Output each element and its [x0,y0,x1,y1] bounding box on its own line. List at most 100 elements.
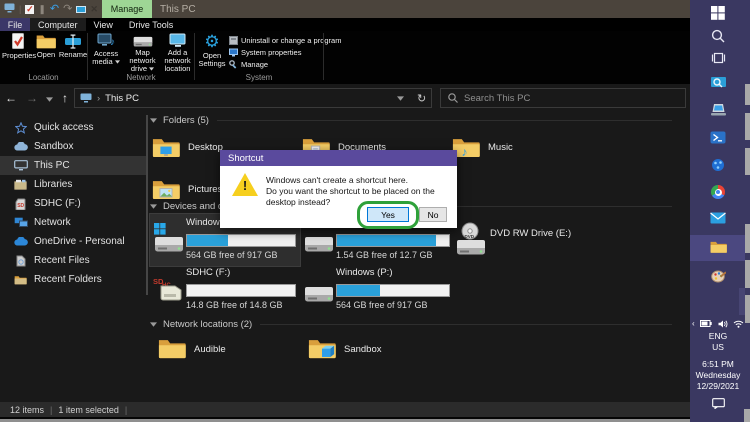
access-media-icon: ♪ [97,33,116,49]
battery-icon[interactable] [700,320,712,327]
edge-window-sliver [745,84,750,105]
network-location-audible[interactable]: Audible [158,334,304,364]
back-button[interactable]: ← [0,91,22,105]
rename-icon [64,33,82,50]
drive-tile-dvd-e[interactable]: DVD DVD RW Drive (E:) [452,214,632,266]
network-location-sandbox[interactable]: Sandbox [308,334,454,364]
search-box[interactable] [440,88,686,108]
taskbar-search-icon[interactable] [690,29,746,43]
star-icon [13,122,28,134]
collapse-chevron-icon[interactable] [150,118,157,123]
tray-language[interactable]: ENG [690,331,746,341]
svg-text:SD: SD [17,203,24,209]
window-title: This PC [160,0,196,18]
uninstall-program-button[interactable]: Uninstall or change a program [229,35,341,46]
refresh-icon[interactable]: ↻ [417,92,426,105]
paint-icon[interactable] [690,269,746,283]
action-center-icon[interactable] [690,398,746,409]
rename-qat-icon[interactable] [76,6,86,13]
columns-qat-icon[interactable]: ❚ [38,5,46,14]
sidebar-item-network[interactable]: Network [0,213,148,232]
qat-separator: | [19,5,21,14]
breadcrumb[interactable]: This PC [105,93,139,104]
file-explorer-icon[interactable] [690,240,746,254]
drive-tile-sdhc-f[interactable]: SDHC SDHC (F:) 14.8 GB free of 14.8 GB [150,264,300,316]
recent-files-icon [13,255,28,267]
clock-date[interactable]: 12/29/2021 [690,381,746,391]
clock-day[interactable]: Wednesday [690,370,746,380]
folder-tile-music[interactable]: ♪ Music [452,132,598,162]
tab-view[interactable]: View [86,18,121,31]
network-signal-icon[interactable] [733,320,744,328]
address-dropdown-caret[interactable] [397,93,404,104]
clock-time[interactable]: 6:51 PM [690,359,746,369]
access-media-button[interactable]: ♪ Access media [89,33,123,73]
collapse-chevron-icon[interactable] [150,204,157,209]
speaker-icon[interactable] [718,320,728,328]
collapse-chevron-icon[interactable] [150,322,157,327]
warning-exclamation: ! [232,178,258,193]
sidebar-item-libraries[interactable]: Libraries [0,175,148,194]
laptop-app-icon[interactable] [690,103,746,117]
drive-tile-windows-p[interactable]: Windows (P:) 564 GB free of 917 GB [300,264,450,316]
no-button[interactable]: No [419,207,447,222]
add-network-location-button[interactable]: Add a network location [161,33,194,73]
sidebar-item-onedrive[interactable]: OneDrive - Personal [0,232,148,251]
tab-drive-tools[interactable]: Drive Tools [121,18,181,31]
computer-icon [13,160,28,171]
app-icon [4,3,15,15]
group-label-network: Network [88,73,194,82]
this-pc-small-icon [80,93,92,103]
edge-window-sliver [745,260,750,288]
section-header-network-locations[interactable]: Network locations (2) [150,318,672,330]
mail-icon[interactable] [690,212,746,224]
dvd-drive-icon: DVD [455,222,487,261]
manage-contextual-tab[interactable]: Manage [102,0,152,18]
delete-qat-icon[interactable]: ✕ [90,5,98,14]
chrome-icon[interactable] [690,185,746,199]
search-input[interactable] [464,93,654,104]
section-header-folders[interactable]: Folders (5) [150,114,672,126]
sidebar-item-this-pc[interactable]: This PC [0,156,148,175]
magnifier-app-icon[interactable] [690,76,746,90]
ribbon-group-location: Properties Open Rename Location [0,31,87,84]
properties-qat-icon[interactable]: ✓ [25,5,34,14]
audible-folder-icon [158,337,186,362]
status-divider: | [50,405,52,415]
tab-file[interactable]: File [0,18,30,31]
edge-window-sliver [745,295,750,323]
dialog-title-bar[interactable]: Shortcut [220,150,457,166]
tab-computer[interactable]: Computer [30,18,86,31]
tray-region[interactable]: US [690,342,746,352]
manage-button[interactable]: Manage [229,59,268,70]
redo-icon[interactable]: ↷ [63,5,72,14]
powershell-icon[interactable] [690,131,746,144]
sidebar-item-sandbox[interactable]: Sandbox [0,137,148,156]
sidebar-item-recent-folders[interactable]: Recent Folders [0,270,148,289]
sidebar-item-quick-access[interactable]: Quick access [0,118,148,137]
sidebar-item-sdhc[interactable]: SD SDHC (F:) [0,194,148,213]
undo-icon[interactable]: ↶ [50,5,59,14]
task-view-icon[interactable] [690,52,746,64]
address-bar[interactable]: › This PC ↻ [74,88,432,108]
pictures-folder-icon [152,178,180,201]
shortcut-dialog: Shortcut ! Windows can't create a shortc… [220,150,457,228]
app-dots-icon[interactable] [690,158,746,172]
tray-chevron-icon[interactable]: ‹ [692,319,695,328]
dropdown-caret-icon [149,67,154,71]
map-network-drive-button[interactable]: Map network drive [124,33,161,73]
sidebar-scrollbar[interactable] [146,115,148,295]
address-row: ← → ↑ › This PC ↻ [0,84,690,112]
forward-button[interactable]: → [22,91,42,105]
start-button[interactable] [690,6,746,20]
svg-text:♪: ♪ [461,144,467,158]
rename-button[interactable]: Rename [57,33,89,73]
system-properties-button[interactable]: System properties [229,47,301,58]
sidebar-item-recent-files[interactable]: Recent Files [0,251,148,270]
network-icon [13,217,28,228]
recent-locations-caret[interactable] [42,89,56,107]
up-button[interactable]: ↑ [56,91,74,105]
recent-folders-icon [13,275,28,285]
open-settings-button[interactable]: ⚙ Open Settings [196,33,228,73]
windows-drive-icon [153,222,185,259]
